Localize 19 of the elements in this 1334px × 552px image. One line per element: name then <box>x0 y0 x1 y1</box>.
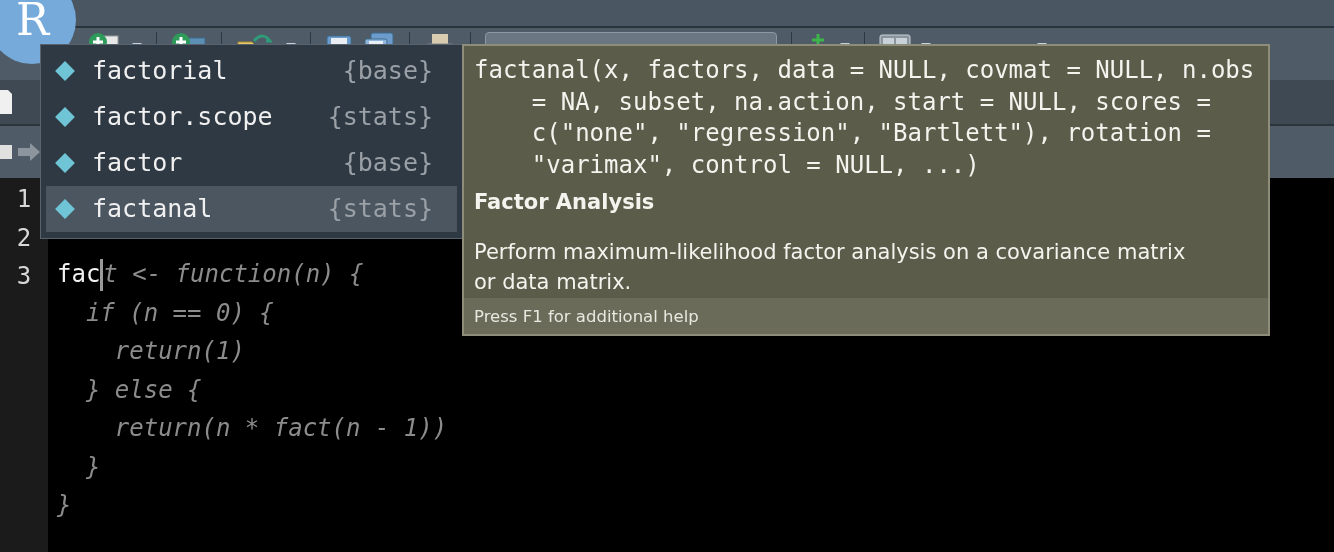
code-line: return(n * fact(n - 1)) <box>113 414 448 442</box>
completion-item[interactable]: factanal {stats} <box>46 186 457 232</box>
completion-item[interactable]: factor.scope {stats} <box>46 94 457 140</box>
code-line: } <box>57 491 72 519</box>
code-line: return(1) <box>113 337 245 365</box>
help-description: Perform maximum-likelihood factor analysis on a covariance matrix or data matrix. <box>473 238 1187 296</box>
help-footer: Press F1 for additional help <box>464 298 1268 334</box>
code-line: } else { <box>84 375 202 404</box>
document-icon <box>0 88 12 116</box>
code-line: fac t <- function(n) { <box>57 260 364 288</box>
line-number: 1 <box>15 184 33 215</box>
line-number: 2 <box>15 222 33 254</box>
function-signature: factanal(x, factors, data = NULL, covmat = NULL, n.obs = NA, subset, na.action, start = NULL, scores = c("none", "regression", "Bartlett"), rotation = "varimax", control = NULL, ...) <box>473 55 1256 181</box>
code-line: } <box>84 452 101 481</box>
back-arrow-icon[interactable] <box>0 141 42 163</box>
code-line: if (n == 0) { <box>84 298 274 327</box>
help-title: Factor Analysis <box>473 189 656 216</box>
line-number: 3 <box>15 261 33 292</box>
completion-item[interactable]: factor {base} <box>46 140 457 186</box>
